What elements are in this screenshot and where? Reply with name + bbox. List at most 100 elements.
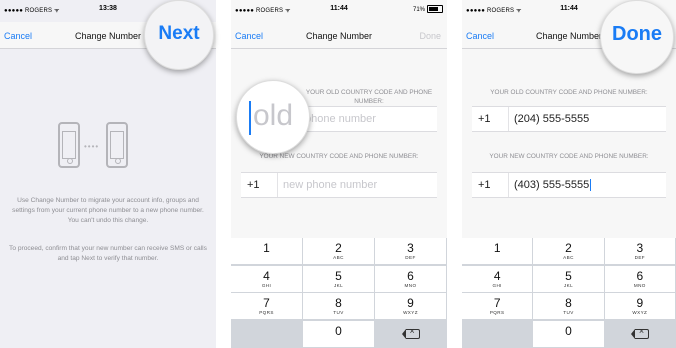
divider [277, 173, 278, 197]
key-digit: 2 [335, 241, 342, 255]
key-5[interactable]: 5 JKL [533, 265, 605, 293]
enter-number-screen: ●●●●● ROGERS ᯤ 11:44 71% Cancel Change N… [231, 0, 447, 348]
key-letters: JKL [563, 282, 574, 288]
key-0[interactable]: 0 [303, 320, 375, 348]
new-country-code[interactable]: +1 [247, 179, 260, 191]
key-digit: 8 [335, 296, 342, 310]
battery-percent: 71% [412, 6, 425, 13]
old-number-row[interactable]: +1 (204) 555-5555 [472, 106, 666, 132]
key-letters: PQRS [259, 310, 274, 315]
done-button[interactable]: Done [419, 31, 441, 41]
key-digit: 7 [263, 296, 270, 310]
blank-key [231, 320, 303, 348]
new-number-row[interactable]: +1 (403) 555-5555 [472, 172, 666, 198]
key-letters: TUV [563, 310, 574, 315]
magnified-placeholder: old [253, 99, 294, 132]
new-country-code[interactable]: +1 [478, 179, 491, 191]
divider [508, 107, 509, 131]
key-letters: JKL [333, 282, 344, 288]
key-digit: 5 [335, 268, 342, 283]
key-4[interactable]: 4 GHI [462, 265, 534, 293]
magnifier-old-field: old [236, 80, 310, 154]
key-3[interactable]: 3 DEF [375, 238, 447, 265]
key-letters: WXYZ [632, 310, 648, 315]
next-label: Next [158, 23, 200, 44]
old-number-input[interactable]: (204) 555-5555 [514, 113, 589, 125]
key-letters: PQRS [489, 310, 505, 315]
key-digit: 9 [636, 296, 644, 310]
key-letters: DEF [634, 255, 646, 260]
key-digit: 0 [335, 323, 342, 338]
key-digit: 3 [407, 241, 414, 255]
iphone-icon [106, 122, 128, 168]
key-9[interactable]: 9 WXYZ [375, 293, 447, 320]
key-5[interactable]: 5 JKL [303, 265, 375, 293]
status-bar: ●●●●● ROGERS ᯤ 11:44 71% [231, 0, 447, 16]
key-1[interactable]: 1 [231, 238, 303, 265]
old-number-label: Your old country code and phone number: [490, 89, 648, 96]
new-number-input[interactable]: new phone number [283, 179, 377, 191]
info-text: Use Change Number to migrate your accoun… [12, 197, 204, 224]
key-8[interactable]: 8 TUV [533, 293, 605, 320]
key-digit: 5 [565, 268, 572, 283]
key-digit: 2 [565, 241, 572, 255]
battery-icon [427, 5, 443, 13]
divider [508, 173, 509, 197]
new-number-value: (403) 555-5555 [514, 179, 590, 191]
key-letters: ABC [333, 255, 344, 260]
numeric-keypad: 1 2 ABC 3 DEF 4 GHI 5 JKL 6 MNO 7 PQRS 8 TUV 9 WXYZ 0 × [231, 238, 447, 348]
key-letters: GHI [261, 282, 272, 288]
key-digit: 6 [636, 268, 644, 283]
key-6[interactable]: 6 MNO [604, 265, 676, 293]
key-1[interactable]: 1 [462, 238, 534, 265]
key-digit: 1 [493, 241, 501, 255]
backspace-icon: × [401, 326, 420, 339]
text-cursor [249, 101, 251, 135]
battery-indicator: 71% [413, 5, 443, 13]
new-number-input[interactable]: (403) 555-5555 [514, 179, 592, 192]
new-number-label: Your new country code and phone number: [259, 153, 419, 160]
change-number-illustration: •••• [58, 122, 134, 172]
old-country-code[interactable]: +1 [478, 113, 491, 125]
backspace-key[interactable]: × [604, 320, 676, 348]
nav-bar: Cancel Change Number Done [231, 22, 447, 49]
new-number-label: Your new country code and phone number: [489, 153, 649, 160]
key-6[interactable]: 6 MNO [375, 265, 447, 293]
page-title: Change Number [305, 31, 373, 41]
key-digit: 0 [565, 323, 572, 338]
key-3[interactable]: 3 DEF [604, 238, 676, 265]
key-9[interactable]: 9 WXYZ [604, 293, 676, 320]
text-cursor [590, 179, 592, 192]
backspace-key[interactable]: × [375, 320, 447, 348]
key-digit: 7 [493, 296, 501, 310]
key-letters: DEF [405, 255, 416, 260]
key-7[interactable]: 7 PQRS [231, 293, 303, 320]
key-digit: 8 [565, 296, 572, 310]
key-2[interactable]: 2 ABC [533, 238, 605, 265]
numeric-keypad: 1 2 ABC 3 DEF 4 GHI 5 JKL 6 MNO 7 PQRS 8 TUV 9 WXYZ 0 × [462, 238, 676, 348]
blank-key [462, 320, 534, 348]
key-letters: WXYZ [403, 310, 418, 315]
iphone-icon [58, 122, 80, 168]
done-button[interactable]: Done [600, 0, 674, 74]
backspace-icon: × [630, 326, 649, 339]
dots-icon: •••• [84, 142, 100, 151]
done-label: Done [612, 23, 662, 45]
key-digit: 3 [636, 241, 644, 255]
instruction-text: To proceed, confirm that your new number… [9, 245, 207, 262]
key-7[interactable]: 7 PQRS [462, 293, 534, 320]
key-2[interactable]: 2 ABC [303, 238, 375, 265]
new-number-row[interactable]: +1 new phone number [241, 172, 437, 198]
key-letters: MNO [633, 282, 646, 288]
key-letters: TUV [333, 310, 344, 315]
key-letters: ABC [563, 255, 574, 260]
key-letters: GHI [492, 282, 502, 288]
key-digit: 4 [493, 268, 501, 283]
key-letters: MNO [404, 282, 417, 288]
key-4[interactable]: 4 GHI [231, 265, 303, 293]
next-button[interactable]: Next [144, 0, 214, 70]
key-8[interactable]: 8 TUV [303, 293, 375, 320]
key-digit: 1 [263, 241, 270, 255]
old-number-input[interactable]: phone number [305, 113, 376, 125]
key-0[interactable]: 0 [533, 320, 605, 348]
